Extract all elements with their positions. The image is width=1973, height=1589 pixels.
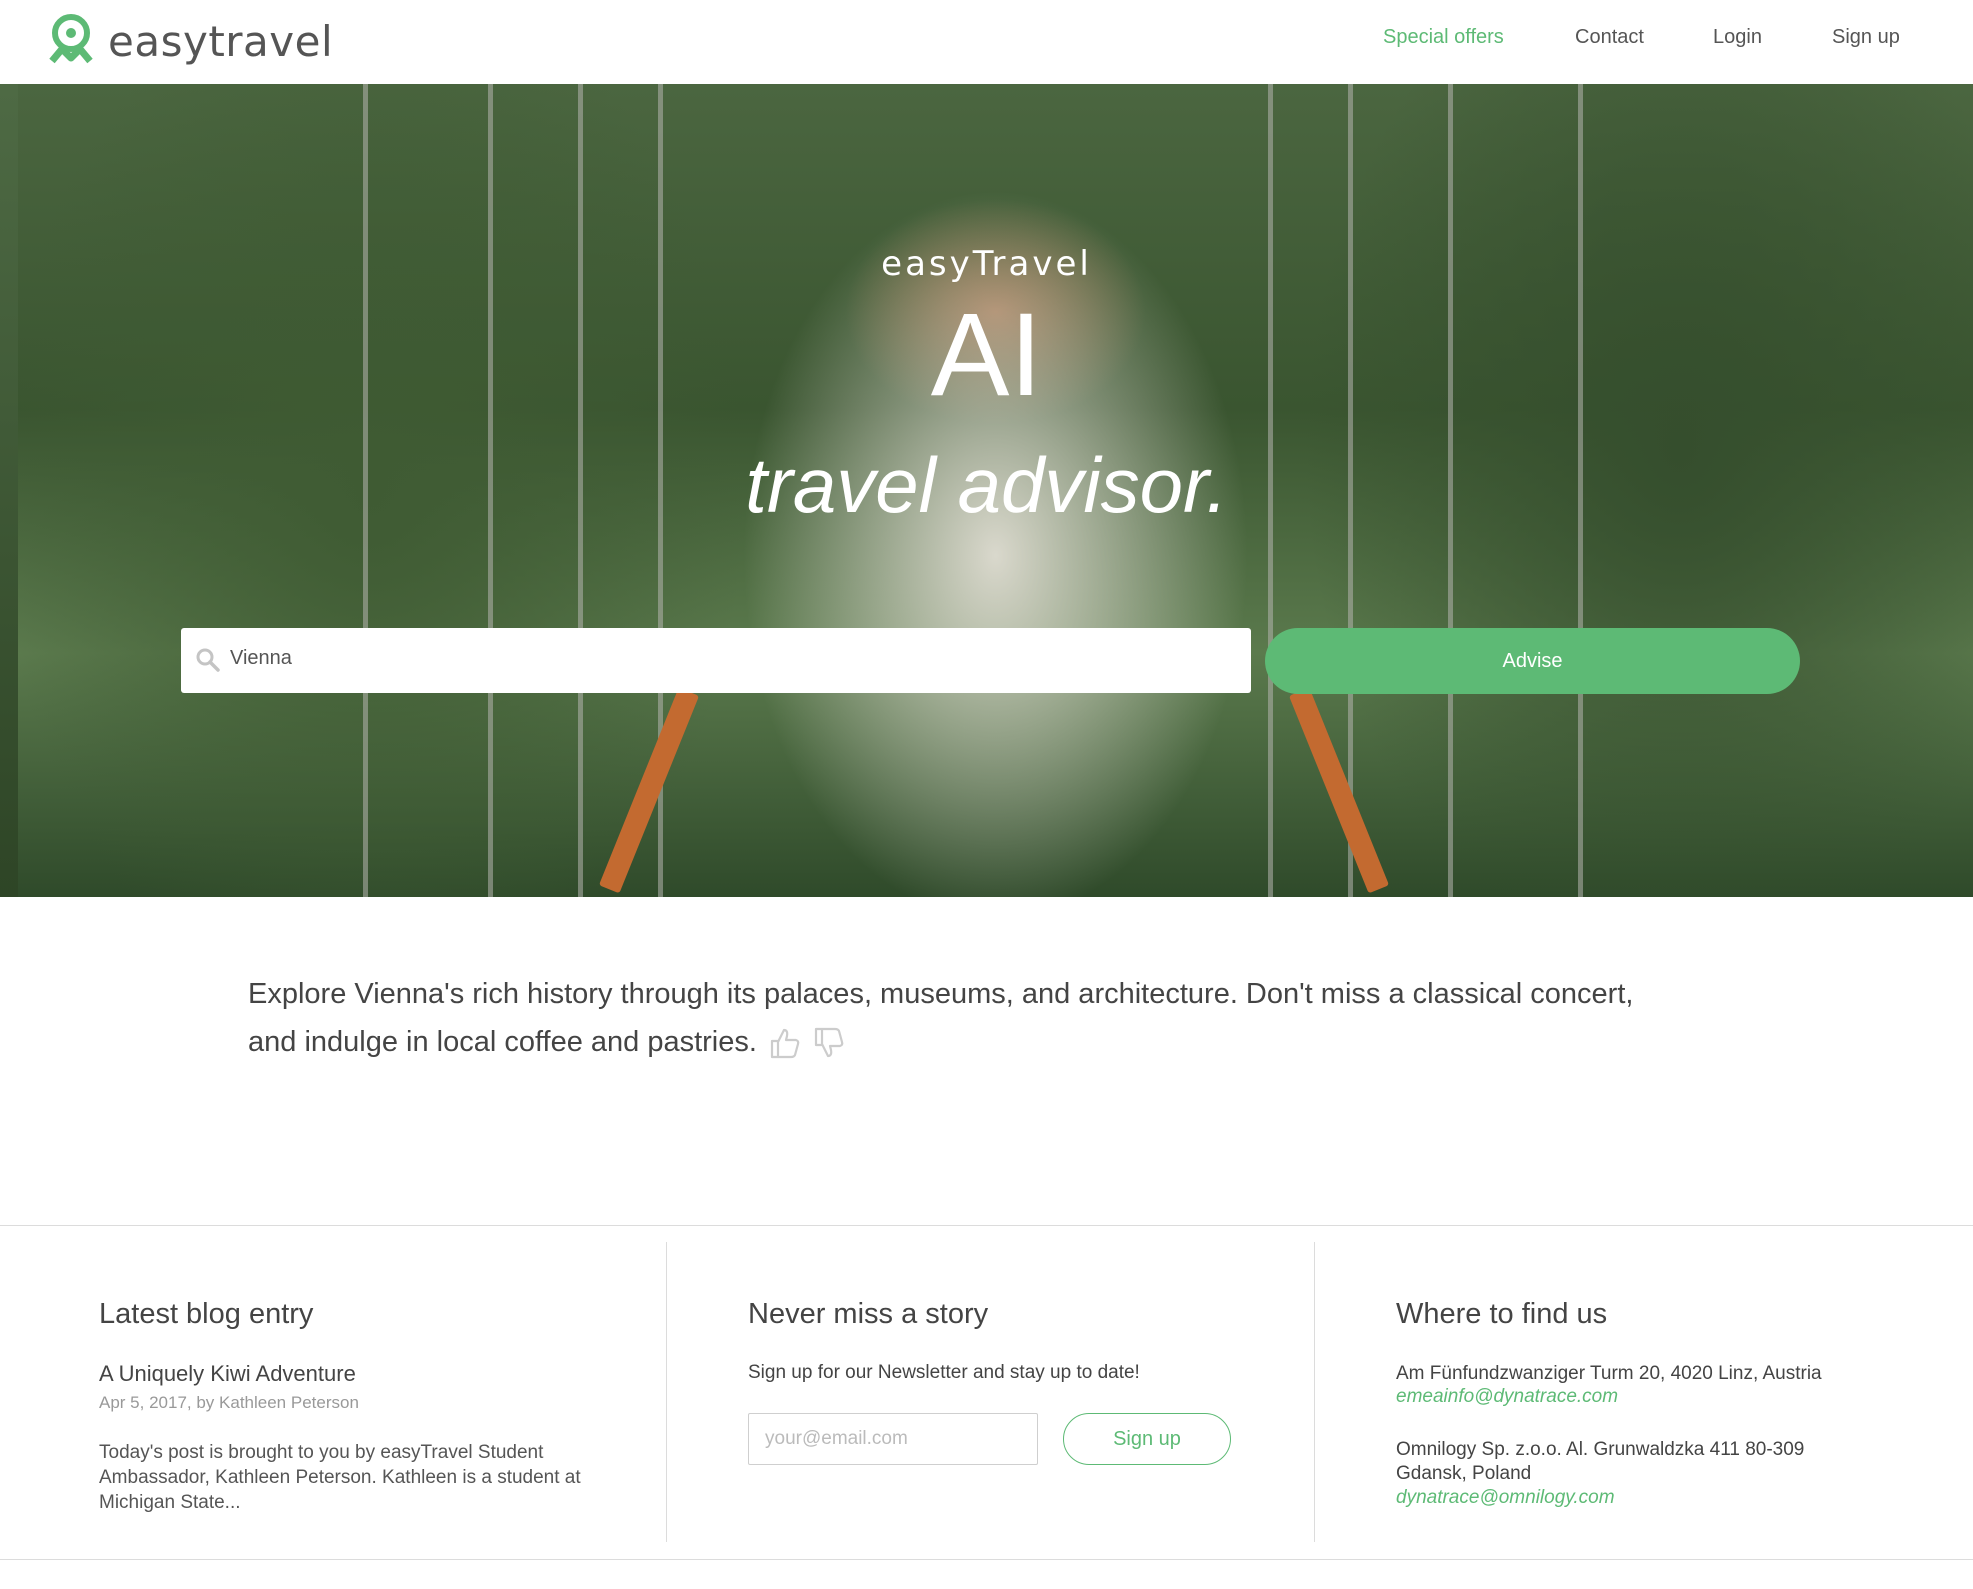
column-divider [1314, 1242, 1315, 1542]
hero-brand: easyTravel [881, 244, 1092, 284]
destination-search-field[interactable]: Vienna [181, 628, 1251, 693]
nav-special-offers[interactable]: Special offers [1383, 26, 1504, 49]
map-pin-logo-icon [49, 14, 93, 64]
nav-contact[interactable]: Contact [1575, 26, 1644, 49]
blog-entry-meta: Apr 5, 2017, by Kathleen Peterson [99, 1393, 359, 1412]
hero-headline: AI [930, 289, 1043, 421]
search-icon [196, 648, 220, 672]
footer-divider [0, 1225, 1973, 1226]
thumbs-up-icon[interactable] [769, 1026, 801, 1060]
email-link-emea[interactable]: emeainfo@dynatrace.com [1396, 1386, 1618, 1408]
nav-login[interactable]: Login [1713, 26, 1762, 49]
email-input[interactable] [749, 1414, 1037, 1464]
address-gdansk-line2: Gdansk, Poland [1396, 1463, 1532, 1484]
site-header: easytravel Special offers Contact Login … [0, 0, 1973, 85]
newsletter-signup-button[interactable]: Sign up [1063, 1413, 1231, 1465]
advise-button[interactable]: Advise [1265, 628, 1800, 694]
footer-bottom-divider [0, 1559, 1973, 1560]
bridge-rail [1288, 687, 1390, 894]
blog-entry-title[interactable]: A Uniquely Kiwi Adventure [99, 1361, 356, 1387]
logo-text: easytravel [108, 16, 334, 66]
logo[interactable]: easytravel [46, 10, 333, 72]
column-divider [666, 1242, 667, 1542]
bridge-rail [598, 687, 700, 894]
thumbs-down-icon[interactable] [813, 1026, 845, 1060]
contact-heading: Where to find us [1396, 1298, 1608, 1330]
blog-entry-excerpt: Today's post is brought to you by easyTr… [99, 1442, 581, 1513]
address-gdansk-line1: Omnilogy Sp. z.o.o. Al. Grunwaldzka 411 … [1396, 1439, 1805, 1460]
email-field[interactable] [748, 1413, 1038, 1465]
blog-heading: Latest blog entry [99, 1298, 314, 1330]
newsletter-text: Sign up for our Newsletter and stay up t… [748, 1362, 1140, 1383]
advice-text: Explore Vienna's rich history through it… [248, 978, 1634, 1058]
advice-result: Explore Vienna's rich history through it… [248, 970, 1678, 1066]
address-linz: Am Fünfundzwanziger Turm 20, 4020 Linz, … [1396, 1363, 1822, 1384]
newsletter-heading: Never miss a story [748, 1298, 989, 1330]
nav-sign-up[interactable]: Sign up [1832, 26, 1900, 49]
hero-subheadline: travel advisor. [745, 441, 1228, 529]
search-input[interactable]: Vienna [230, 647, 292, 670]
email-link-omnilogy[interactable]: dynatrace@omnilogy.com [1396, 1487, 1615, 1509]
